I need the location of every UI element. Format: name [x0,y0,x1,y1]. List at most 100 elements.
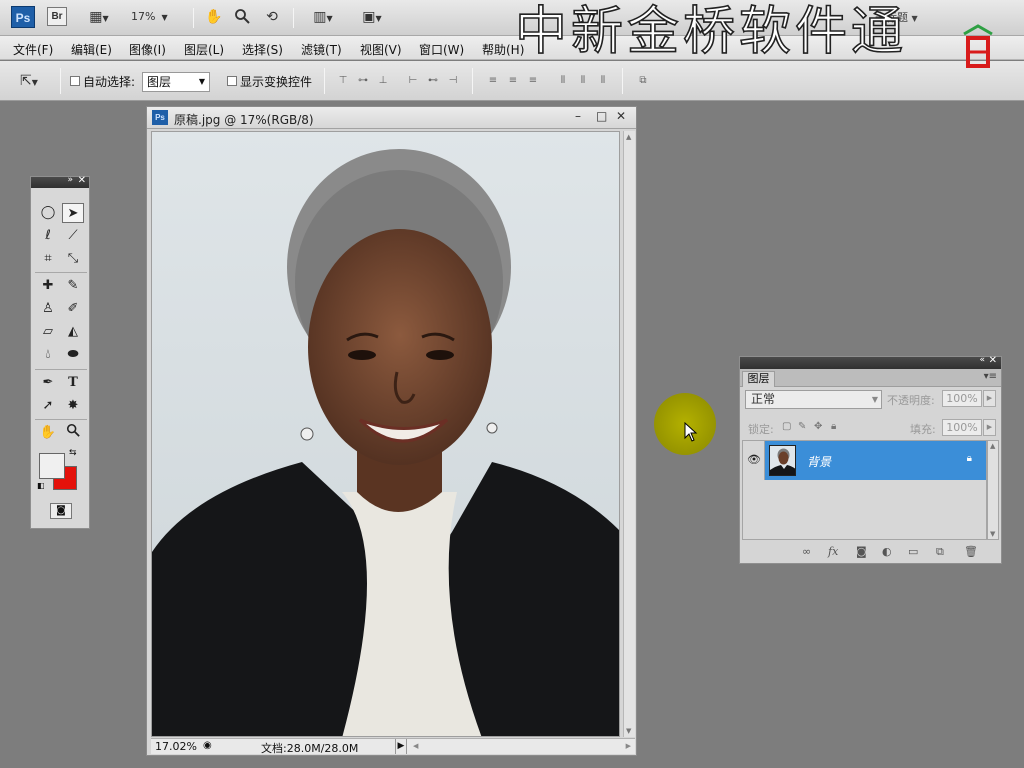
distribute-right-icon[interactable]: ⫴ [596,74,610,88]
tools-panel-header[interactable]: » ✕ [31,175,89,188]
new-group-icon[interactable]: ▭ [908,545,918,558]
scroll-up-icon[interactable]: ▲ [990,442,995,450]
align-vertical-center-icon[interactable]: ⊶ [356,74,370,88]
default-colors-icon[interactable]: ◧ [37,481,45,490]
scroll-left-icon[interactable]: ◀ [413,742,418,750]
add-mask-icon[interactable]: ◙ [856,545,867,558]
custom-shape-tool[interactable]: ✸ [62,396,84,416]
magic-wand-tool[interactable]: ⟋ [62,226,84,246]
crop-tool[interactable]: ⌗ [37,249,59,269]
paint-bucket-tool[interactable]: ◭ [62,322,84,342]
layer-name[interactable]: 背景 [807,453,831,470]
distribute-center-icon[interactable]: ≡ [506,74,520,88]
fill-arrow-icon[interactable]: ▶ [983,419,996,436]
lock-all-icon[interactable]: 🔒︎ [831,421,836,432]
path-selection-tool[interactable]: ➚ [37,396,59,416]
distribute-left-icon[interactable]: ⫴ [556,74,570,88]
blur-tool[interactable]: 💧︎ [37,345,59,365]
menu-edit[interactable]: 编辑(E) [71,41,112,58]
close-icon[interactable]: ✕ [616,109,626,123]
delete-layer-icon[interactable]: 🗑︎ [964,545,978,558]
layers-panel-header[interactable]: « ✕ [740,355,1001,369]
move-tool[interactable]: ➤ [62,203,84,223]
scroll-right-icon[interactable]: ▶ [626,742,631,750]
clone-stamp-tool[interactable]: ♙ [37,299,59,319]
align-right-icon[interactable]: ⊣ [446,74,460,88]
new-layer-icon[interactable]: ⧉ [936,545,944,559]
elliptical-marquee-tool[interactable]: ◯ [37,203,59,223]
auto-select-target-select[interactable]: 图层 ▼ [142,72,210,92]
brush-tool[interactable]: ✎ [62,276,84,296]
pen-tool[interactable]: ✒ [37,373,59,393]
fill-field[interactable]: 100% [942,419,982,436]
layer-style-fx-icon[interactable]: fx [828,545,838,558]
scroll-down-icon[interactable]: ▼ [990,530,995,538]
lock-pixels-icon[interactable]: ✎ [798,421,806,432]
menu-filter[interactable]: 滤镜(T) [301,41,342,58]
visibility-toggle[interactable]: 👁︎ [743,441,765,480]
spot-healing-tool[interactable]: ✚ [37,276,59,296]
eraser-tool[interactable]: ▱ [37,322,59,342]
rotate-view-button[interactable]: ⟲ [262,8,282,26]
collapse-icon[interactable]: « [979,355,985,365]
dodge-tool[interactable]: ⬬ [62,345,84,365]
adjustment-layer-icon[interactable]: ◐ [882,545,892,558]
align-bottom-icon[interactable]: ⊥ [376,74,390,88]
view-extras-button[interactable]: ▦▼ [84,8,114,26]
menu-image[interactable]: 图像(I) [129,41,166,58]
minimize-icon[interactable]: – [575,109,581,123]
auto-align-layers-icon[interactable]: ⧉ [636,74,650,88]
status-zoom[interactable]: 17.02% [155,740,197,753]
scroll-down-icon[interactable]: ▼ [626,727,631,735]
close-icon[interactable]: ✕ [78,175,86,186]
bridge-button[interactable]: Br [47,7,67,26]
type-tool[interactable]: T [62,373,84,393]
opacity-arrow-icon[interactable]: ▶ [983,390,996,407]
lock-transparency-icon[interactable]: ▢ [782,421,791,432]
close-icon[interactable]: ✕ [989,355,997,366]
layer-row-background[interactable]: 👁︎ 背景 🔒︎ [743,441,986,480]
zoom-level-select[interactable]: 17% ▼ [131,8,183,26]
menu-file[interactable]: 文件(F) [13,41,53,58]
auto-select-checkbox[interactable] [70,76,80,86]
eyedropper-tool[interactable]: ⤡ [62,249,84,269]
menu-window[interactable]: 窗口(W) [419,41,464,58]
scroll-up-icon[interactable]: ▲ [626,133,631,141]
align-top-icon[interactable]: ⊤ [336,74,350,88]
menu-select[interactable]: 选择(S) [242,41,283,58]
align-horizontal-center-icon[interactable]: ⊷ [426,74,440,88]
foreground-color-swatch[interactable] [39,453,65,479]
layer-list-scrollbar[interactable]: ▲ ▼ [987,440,999,540]
blend-mode-select[interactable]: 正常 ▼ [745,390,882,409]
menu-layer[interactable]: 图层(L) [184,41,224,58]
tool-preset-picker[interactable]: ⇱▼ [14,72,44,90]
menu-view[interactable]: 视图(V) [360,41,402,58]
vertical-scrollbar[interactable]: ▲ ▼ [623,131,635,737]
lock-position-icon[interactable]: ✥ [814,421,822,432]
lasso-tool[interactable]: ℓ [37,226,59,246]
tab-layers[interactable]: 图层 [742,371,775,387]
distribute-top-icon[interactable]: ≡ [486,74,500,88]
status-menu-arrow-icon[interactable]: ▶ [395,739,407,754]
opacity-field[interactable]: 100% [942,390,982,407]
zoom-tool[interactable] [62,423,84,443]
panel-menu-icon[interactable]: ▾≡ [984,371,997,382]
maximize-icon[interactable]: □ [596,109,607,123]
link-layers-icon[interactable]: ∞ [802,545,811,558]
quick-mask-button[interactable]: ◙ [50,503,72,519]
arrange-documents-button[interactable]: ▥▼ [305,8,341,26]
collapse-icon[interactable]: » [67,175,73,185]
align-left-icon[interactable]: ⊢ [406,74,420,88]
zoom-tool-button[interactable] [232,8,252,26]
history-brush-tool[interactable]: ✐ [62,299,84,319]
photoshop-logo[interactable]: Ps [11,6,35,28]
distribute-hcenter-icon[interactable]: ⫴ [576,74,590,88]
show-transform-checkbox[interactable] [227,76,237,86]
document-title-bar[interactable]: Ps 原稿.jpg @ 17%(RGB/8) – □ ✕ [147,107,636,129]
screen-mode-button[interactable]: ▣▼ [354,8,390,26]
status-info-icon[interactable]: ◉ [203,740,212,751]
hand-tool[interactable]: ✋ [37,423,59,443]
distribute-bottom-icon[interactable]: ≡ [526,74,540,88]
hand-tool-button[interactable]: ✋ [204,8,224,26]
image-canvas[interactable] [151,131,620,737]
